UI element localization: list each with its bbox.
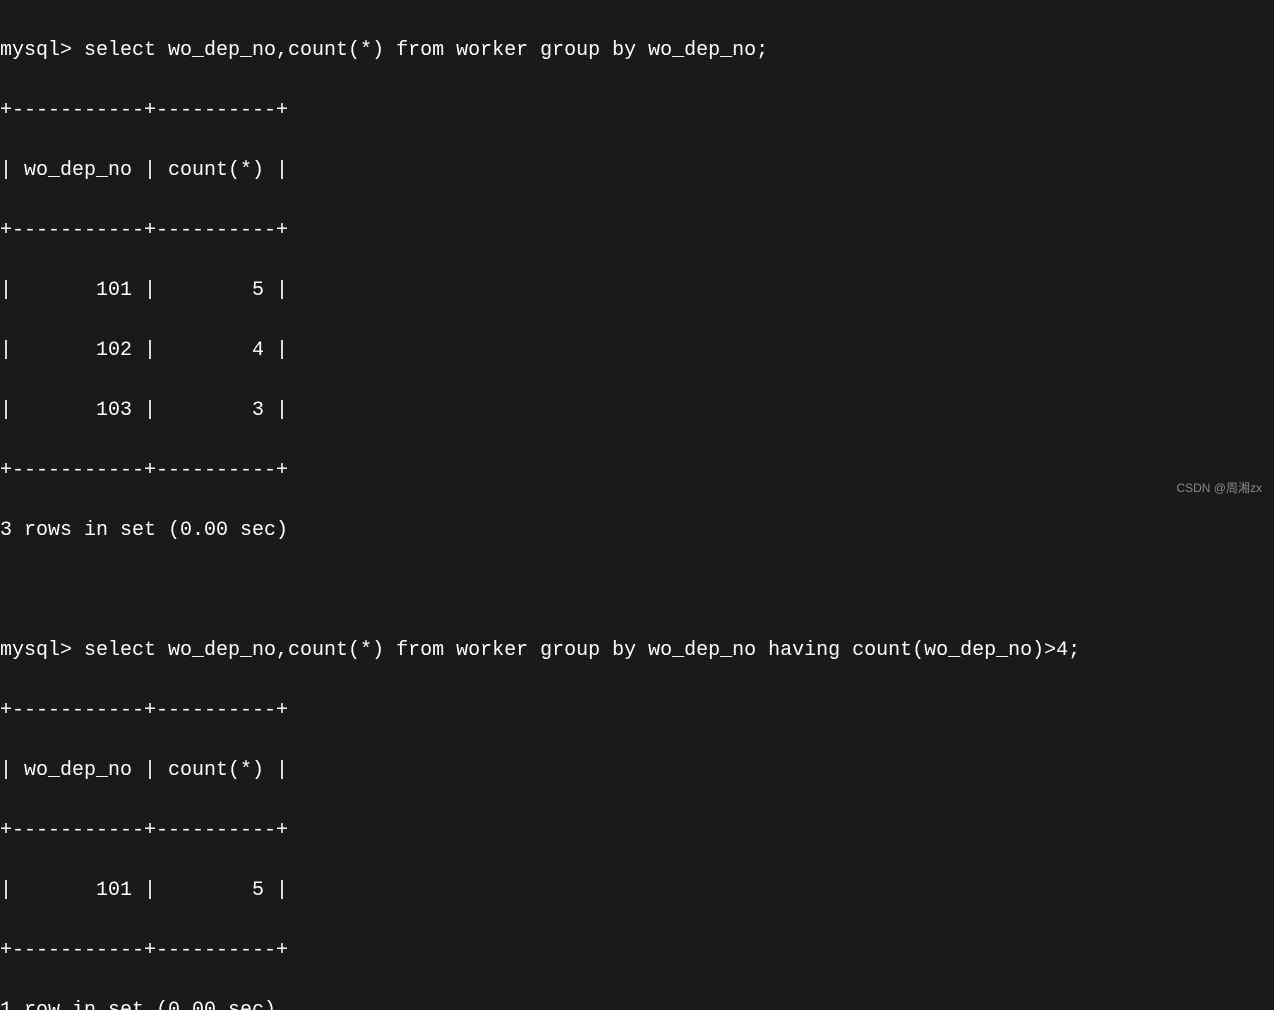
mysql-prompt[interactable]: mysql>	[0, 39, 84, 62]
table1-border-mid: +-----------+----------+	[0, 216, 1274, 246]
table2-border-top: +-----------+----------+	[0, 696, 1274, 726]
table2-border-mid: +-----------+----------+	[0, 816, 1274, 846]
table1-border-bottom: +-----------+----------+	[0, 456, 1274, 486]
query1-footer: 3 rows in set (0.00 sec)	[0, 516, 1274, 546]
terminal-output: mysql> select wo_dep_no,count(*) from wo…	[0, 6, 1274, 1010]
table1-row: | 101 | 5 |	[0, 276, 1274, 306]
csdn-watermark: CSDN @周湘zx	[1176, 479, 1262, 497]
table1-border-top: +-----------+----------+	[0, 96, 1274, 126]
sql-query-1: select wo_dep_no,count(*) from worker gr…	[84, 39, 768, 62]
sql-query-2: select wo_dep_no,count(*) from worker gr…	[84, 639, 1080, 662]
table2-header: | wo_dep_no | count(*) |	[0, 756, 1274, 786]
table1-header: | wo_dep_no | count(*) |	[0, 156, 1274, 186]
mysql-prompt[interactable]: mysql>	[0, 639, 84, 662]
table1-row: | 102 | 4 |	[0, 336, 1274, 366]
table2-border-bottom: +-----------+----------+	[0, 936, 1274, 966]
query1-line: mysql> select wo_dep_no,count(*) from wo…	[0, 36, 1274, 66]
table2-row: | 101 | 5 |	[0, 876, 1274, 906]
blank-line	[0, 576, 1274, 606]
table1-row: | 103 | 3 |	[0, 396, 1274, 426]
query2-footer: 1 row in set (0.00 sec)	[0, 996, 1274, 1010]
query2-line: mysql> select wo_dep_no,count(*) from wo…	[0, 636, 1274, 666]
